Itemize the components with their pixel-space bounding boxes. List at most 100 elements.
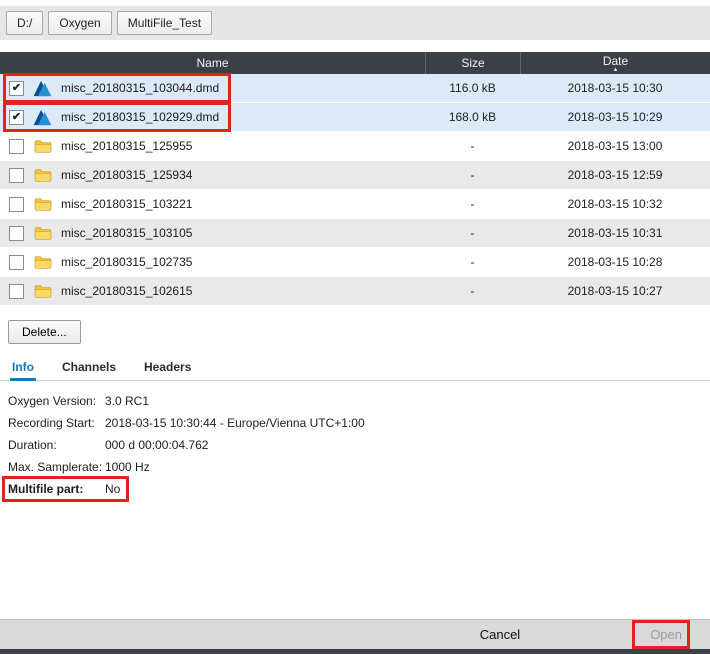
file-open-dialog: D:/OxygenMultiFile_Test Name Size Date ▲… (0, 0, 710, 654)
name-cell: ✔ misc_20180315_103044.dmd (0, 74, 425, 102)
info-field: Duration: 000 d 00:00:04.762 (8, 434, 208, 456)
name-cell: ✔ misc_20180315_102615 (0, 277, 425, 305)
table-row[interactable]: ✔ misc_20180315_103044.dmd 116.0 kB (0, 74, 710, 103)
file-size: - (425, 168, 520, 182)
table-row[interactable]: ✔ misc_20180315_125955 - 2018-0 (0, 132, 710, 161)
name-cell: ✔ misc_20180315_102735 (0, 248, 425, 276)
info-field: Recording Start: 2018-03-15 10:30:44 - E… (8, 412, 365, 434)
table-header: Name Size Date ▲ (0, 52, 710, 74)
column-header-date[interactable]: Date ▲ (520, 52, 710, 74)
table-row[interactable]: ✔ misc_20180315_125934 - 2018-0 (0, 161, 710, 190)
row-left: ✔ misc_20180315_103105 (0, 219, 230, 247)
info-label: Oxygen Version: (8, 390, 105, 412)
delete-button[interactable]: Delete... (8, 320, 81, 344)
breadcrumb: D:/OxygenMultiFile_Test (0, 6, 710, 40)
name-cell: ✔ misc_20180315_125955 (0, 132, 425, 160)
row-checkbox[interactable]: ✔ (9, 81, 24, 96)
table-body: ✔ misc_20180315_103044.dmd 116.0 kB (0, 74, 710, 306)
name-cell: ✔ misc_20180315_103105 (0, 219, 425, 247)
info-field: Multifile part: No (8, 478, 120, 500)
folder-icon (33, 167, 52, 184)
table-row[interactable]: ✔ misc_20180315_102735 - 2018-0 (0, 248, 710, 277)
row-left: ✔ misc_20180315_125934 (0, 161, 230, 189)
breadcrumb-button[interactable]: D:/ (6, 11, 43, 35)
sort-ascending-icon: ▲ (613, 67, 619, 73)
file-name: misc_20180315_103044.dmd (61, 81, 219, 95)
file-name: misc_20180315_102735 (61, 255, 192, 269)
file-date: 2018-03-15 10:31 (520, 226, 710, 240)
check-icon: ✔ (12, 83, 21, 94)
info-label: Multifile part: (8, 478, 105, 500)
row-checkbox[interactable]: ✔ (9, 139, 24, 154)
folder-icon (33, 254, 52, 271)
file-size: 168.0 kB (425, 110, 520, 124)
table-row[interactable]: ✔ misc_20180315_102615 - 2018-0 (0, 277, 710, 306)
file-date: 2018-03-15 10:28 (520, 255, 710, 269)
file-name: misc_20180315_102615 (61, 284, 192, 298)
name-cell: ✔ misc_20180315_102929.dmd (0, 103, 425, 131)
row-checkbox[interactable]: ✔ (9, 226, 24, 241)
row-checkbox[interactable]: ✔ (9, 197, 24, 212)
tab-info[interactable]: Info (10, 358, 36, 381)
row-left: ✔ misc_20180315_102615 (0, 277, 230, 305)
file-size: 116.0 kB (425, 81, 520, 95)
info-field: Oxygen Version: 3.0 RC1 (8, 390, 149, 412)
file-date: 2018-03-15 10:30 (520, 81, 710, 95)
open-button[interactable]: Open (650, 627, 682, 642)
table-row[interactable]: ✔ misc_20180315_102929.dmd 168.0 kB (0, 103, 710, 132)
row-left: ✔ misc_20180315_102929.dmd (0, 103, 230, 131)
file-size: - (425, 284, 520, 298)
tab-bar: Info Channels Headers (0, 358, 710, 381)
file-date: 2018-03-15 10:29 (520, 110, 710, 124)
info-panel: Oxygen Version: 3.0 RC1 Recording Start:… (0, 381, 710, 509)
folder-icon (33, 283, 52, 300)
info-label: Max. Samplerate: (8, 456, 105, 478)
table-row[interactable]: ✔ misc_20180315_103221 - 2018-0 (0, 190, 710, 219)
folder-icon (33, 138, 52, 155)
info-field: Max. Samplerate: 1000 Hz (8, 456, 150, 478)
row-left: ✔ misc_20180315_103044.dmd (0, 74, 230, 102)
footer-bar: Cancel Open (0, 619, 710, 649)
footer-strip (0, 649, 710, 654)
file-size: - (425, 226, 520, 240)
info-value: 1000 Hz (105, 456, 150, 478)
row-checkbox[interactable]: ✔ (9, 255, 24, 270)
file-date: 2018-03-15 10:32 (520, 197, 710, 211)
row-checkbox[interactable]: ✔ (9, 284, 24, 299)
file-name: misc_20180315_103105 (61, 226, 192, 240)
info-value: 3.0 RC1 (105, 390, 149, 412)
file-size: - (425, 255, 520, 269)
file-name: misc_20180315_125934 (61, 168, 192, 182)
breadcrumb-button[interactable]: Oxygen (48, 11, 111, 35)
file-table: Name Size Date ▲ ✔ (0, 52, 710, 306)
tab-headers[interactable]: Headers (142, 358, 193, 381)
dmd-file-icon (33, 80, 52, 97)
info-value: 000 d 00:00:04.762 (105, 434, 208, 456)
column-header-size[interactable]: Size (425, 52, 520, 74)
row-checkbox[interactable]: ✔ (9, 168, 24, 183)
file-name: misc_20180315_102929.dmd (61, 110, 219, 124)
dmd-file-icon (33, 109, 52, 126)
column-header-name[interactable]: Name (0, 52, 425, 74)
name-cell: ✔ misc_20180315_125934 (0, 161, 425, 189)
file-name: misc_20180315_103221 (61, 197, 192, 211)
file-name: misc_20180315_125955 (61, 139, 192, 153)
name-cell: ✔ misc_20180315_103221 (0, 190, 425, 218)
info-label: Recording Start: (8, 412, 105, 434)
column-header-date-label: Date (603, 56, 628, 67)
folder-icon (33, 196, 52, 213)
file-date: 2018-03-15 12:59 (520, 168, 710, 182)
info-label: Duration: (8, 434, 105, 456)
row-left: ✔ misc_20180315_102735 (0, 248, 230, 276)
info-value: No (105, 478, 120, 500)
row-checkbox[interactable]: ✔ (9, 110, 24, 125)
folder-icon (33, 225, 52, 242)
file-date: 2018-03-15 13:00 (520, 139, 710, 153)
breadcrumb-button[interactable]: MultiFile_Test (117, 11, 212, 35)
tab-channels[interactable]: Channels (60, 358, 118, 381)
table-row[interactable]: ✔ misc_20180315_103105 - 2018-0 (0, 219, 710, 248)
info-value: 2018-03-15 10:30:44 - Europe/Vienna UTC+… (105, 412, 365, 434)
row-left: ✔ misc_20180315_125955 (0, 132, 230, 160)
cancel-button[interactable]: Cancel (480, 627, 520, 642)
file-date: 2018-03-15 10:27 (520, 284, 710, 298)
